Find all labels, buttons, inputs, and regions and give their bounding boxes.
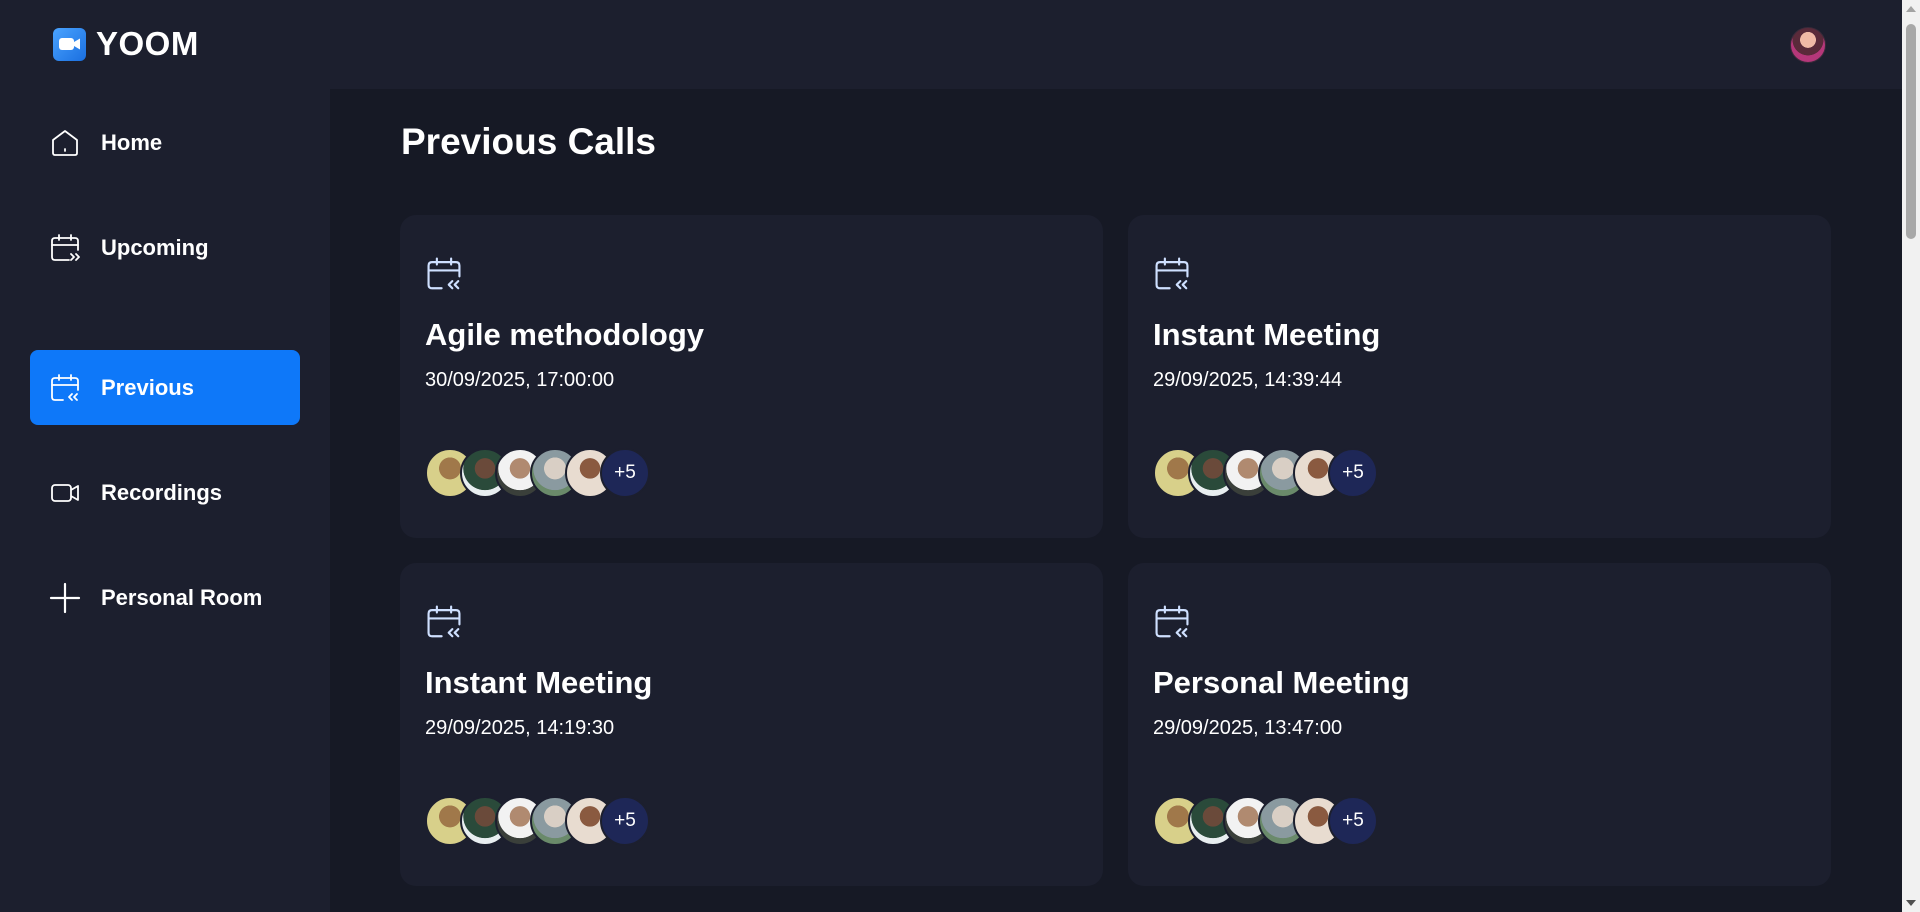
attendee-avatars: +5 <box>1153 796 1378 846</box>
sidebar-item-label: Previous <box>101 374 194 400</box>
call-date: 29/09/2025, 14:19:30 <box>425 717 615 739</box>
call-card[interactable]: Agile methodology 30/09/2025, 17:00:00 +… <box>400 215 1103 538</box>
brand-name: YOOM <box>96 25 199 62</box>
more-attendees-badge: +5 <box>600 796 650 846</box>
calendar-previous-icon <box>427 257 461 290</box>
sidebar-item-label: Recordings <box>101 479 223 505</box>
scroll-up-arrow-icon[interactable] <box>1906 6 1916 12</box>
more-attendees-badge: +5 <box>600 448 650 498</box>
sidebar-item-label: Personal Room <box>101 584 263 610</box>
more-attendees-badge: +5 <box>1328 796 1378 846</box>
page-title: Previous Calls <box>401 121 657 162</box>
call-title: Instant Meeting <box>425 665 653 700</box>
scroll-down-arrow-icon[interactable] <box>1906 900 1916 906</box>
call-title: Instant Meeting <box>1153 317 1381 352</box>
attendee-avatars: +5 <box>425 448 650 498</box>
app-root: YOOM Home Upcoming Previous Recordings P… <box>0 0 1920 912</box>
call-date: 29/09/2025, 14:39:44 <box>1153 369 1343 391</box>
plus-icon <box>49 582 81 613</box>
call-card[interactable]: Instant Meeting 29/09/2025, 14:19:30 +5 <box>400 563 1103 886</box>
call-title: Agile methodology <box>425 317 704 352</box>
sidebar-item-label: Upcoming <box>101 234 209 260</box>
sidebar: Home Upcoming Previous Recordings Person… <box>0 89 330 912</box>
sidebar-item-recordings[interactable]: Recordings <box>30 455 300 530</box>
call-card[interactable]: Personal Meeting 29/09/2025, 13:47:00 +5 <box>1128 563 1831 886</box>
calendar-previous-icon <box>427 605 461 638</box>
video-camera-icon <box>53 27 86 61</box>
video-icon <box>51 483 79 502</box>
sidebar-item-label: Home <box>101 129 163 155</box>
scroll-thumb[interactable] <box>1906 24 1916 239</box>
call-date: 29/09/2025, 13:47:00 <box>1153 717 1343 739</box>
calendar-previous-icon <box>51 373 79 401</box>
calendar-upcoming-icon <box>51 233 80 261</box>
user-avatar[interactable] <box>1790 27 1826 63</box>
calendar-previous-icon <box>1155 605 1189 638</box>
sidebar-item-previous[interactable]: Previous <box>30 350 300 425</box>
attendee-avatars: +5 <box>1153 448 1378 498</box>
call-title: Personal Meeting <box>1153 665 1410 700</box>
more-attendees-badge: +5 <box>1328 448 1378 498</box>
main-content: Previous Calls Agile methodology 30/09/2… <box>330 89 1902 912</box>
home-icon <box>52 129 78 156</box>
attendee-avatars: +5 <box>425 796 650 846</box>
top-navbar: YOOM <box>0 0 1902 89</box>
sidebar-item-personal-room[interactable]: Personal Room <box>30 560 300 635</box>
sidebar-item-home[interactable]: Home <box>30 105 300 180</box>
call-card[interactable]: Instant Meeting 29/09/2025, 14:39:44 +5 <box>1128 215 1831 538</box>
call-date: 30/09/2025, 17:00:00 <box>425 369 615 391</box>
sidebar-item-upcoming[interactable]: Upcoming <box>30 210 300 285</box>
calendar-previous-icon <box>1155 257 1189 290</box>
page-scrollbar[interactable] <box>1902 0 1920 912</box>
brand-link[interactable]: YOOM <box>53 24 199 64</box>
